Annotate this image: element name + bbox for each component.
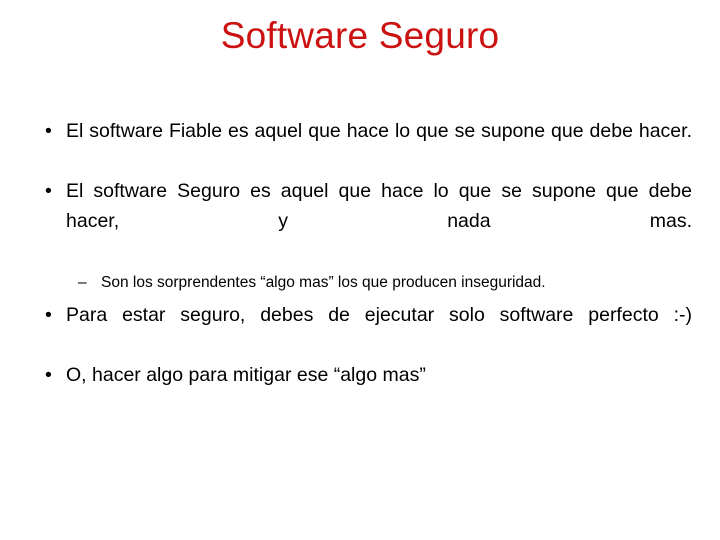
list-item-text: El software Seguro es aquel que hace lo … xyxy=(66,180,692,232)
list-item: • El software Fiable es aquel que hace l… xyxy=(40,116,692,176)
slide-body: • El software Fiable es aquel que hace l… xyxy=(40,116,692,390)
list-item: • El software Seguro es aquel que hace l… xyxy=(40,176,692,266)
list-item: • O, hacer algo para mitigar ese “algo m… xyxy=(40,360,692,390)
list-item-text: El software Fiable es aquel que hace lo … xyxy=(66,120,692,142)
sub-list-item-text: Son los sorprendentes “algo mas” los que… xyxy=(101,274,546,291)
sub-list-item: – Son los sorprendentes “algo mas” los q… xyxy=(40,270,692,296)
list-item-text: O, hacer algo para mitigar ese “algo mas… xyxy=(66,364,426,386)
bullet-dot-icon: • xyxy=(45,364,52,386)
bullet-dot-icon: • xyxy=(45,304,52,326)
list-item-text: Para estar seguro, debes de ejecutar sol… xyxy=(66,304,692,326)
slide-title: Software Seguro xyxy=(220,15,500,56)
bullet-dot-icon: • xyxy=(45,180,52,202)
list-item: • Para estar seguro, debes de ejecutar s… xyxy=(40,300,692,360)
dash-icon: – xyxy=(78,274,87,291)
bullet-dot-icon: • xyxy=(45,120,52,142)
slide: Software Seguro • El software Fiable es … xyxy=(0,0,720,540)
